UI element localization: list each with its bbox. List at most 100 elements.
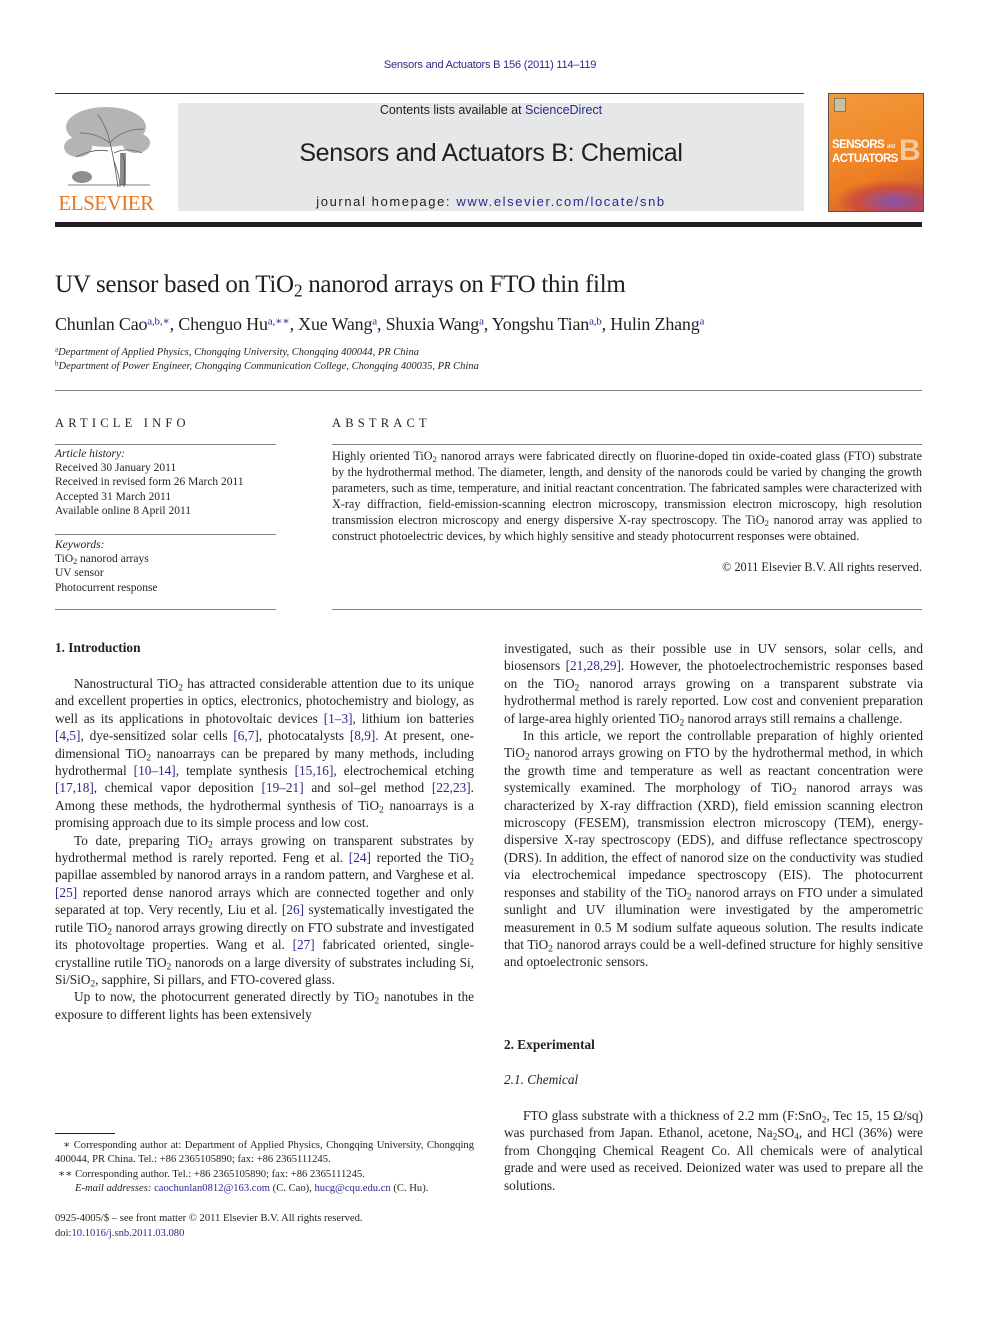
- text-run: To date, preparing TiO: [74, 832, 209, 848]
- author-separator: ,: [289, 314, 299, 334]
- keywords-label: Keywords:: [55, 539, 105, 551]
- affiliation-text: Department of Applied Physics, Chongqing…: [58, 347, 419, 358]
- elsevier-logo[interactable]: ELSEVIER: [54, 103, 158, 215]
- citation-link[interactable]: [26]: [282, 902, 304, 917]
- author-affiliation-marks[interactable]: a: [700, 316, 705, 328]
- history-received: Received 30 January 2011: [55, 462, 177, 475]
- paragraph: FTO glass substrate with a thickness of …: [504, 1107, 923, 1194]
- abstract-part: Highly oriented TiO: [332, 449, 433, 463]
- text-run: Nanostructural TiO: [74, 676, 179, 691]
- footnote-mark: ∗∗: [58, 1168, 73, 1180]
- running-header[interactable]: Sensors and Actuators B 156 (2011) 114–1…: [0, 59, 980, 71]
- front-matter-footer: 0925-4005/$ – see front matter © 2011 El…: [55, 1211, 363, 1241]
- divider: [55, 390, 922, 391]
- author: Xue Wanga,: [298, 314, 385, 334]
- affiliation-text: Department of Power Engineer, Chongqing …: [58, 361, 479, 372]
- text-run: , chemical vapor deposition: [93, 780, 262, 796]
- divider: [55, 444, 276, 445]
- author-name: Yongshu Tian: [491, 314, 590, 334]
- footnote: ∗ Corresponding author at: Department of…: [55, 1139, 474, 1168]
- text-run: , electrochemical etching: [333, 763, 474, 779]
- author-name: Hulin Zhang: [610, 314, 700, 334]
- citation-link[interactable]: [24]: [349, 850, 371, 865]
- keyword-part: TiO: [55, 553, 74, 566]
- text-run: and sol–gel method: [303, 780, 432, 796]
- footnote-mark: ∗: [63, 1140, 71, 1151]
- masthead-top-rule: [55, 93, 804, 94]
- email-owner: (C. Hu).: [390, 1183, 429, 1195]
- author-affiliation-marks[interactable]: a,∗∗: [268, 316, 290, 328]
- author-separator: ,: [169, 314, 179, 334]
- history-accepted: Accepted 31 March 2011: [55, 490, 172, 503]
- citation-link[interactable]: [25]: [55, 885, 77, 900]
- divider: [55, 609, 276, 610]
- doi-line: doi:10.1016/j.snb.2011.03.080: [55, 1226, 363, 1241]
- citation-link[interactable]: [15,16]: [295, 763, 334, 778]
- email-link[interactable]: caochunlan0812@163.com: [154, 1183, 270, 1194]
- affiliation: aDepartment of Applied Physics, Chongqin…: [55, 346, 479, 360]
- paragraph: Up to now, the photocurrent generated di…: [55, 988, 474, 1023]
- sciencedirect-link[interactable]: ScienceDirect: [525, 103, 602, 117]
- affiliations: aDepartment of Applied Physics, Chongqin…: [55, 346, 479, 374]
- email-label: E-mail addresses:: [75, 1183, 152, 1195]
- masthead-bottom-rule: [55, 222, 922, 227]
- chemical-subheading: 2.1. Chemical: [504, 1072, 579, 1087]
- elsevier-tree-icon: [64, 107, 150, 188]
- citation-link[interactable]: [17,18]: [55, 780, 94, 795]
- text-run: , dye-sensitized solar cells: [80, 728, 234, 744]
- cover-publisher-icon: [834, 98, 846, 112]
- citation-link[interactable]: [10–14]: [134, 763, 176, 778]
- author: Shuxia Wanga,: [386, 314, 492, 334]
- author-affiliation-marks[interactable]: a,b: [589, 316, 602, 328]
- author: Hulin Zhanga: [610, 314, 704, 334]
- homepage-prefix: journal homepage:: [316, 194, 457, 209]
- masthead-box: Contents lists available at ScienceDirec…: [178, 103, 804, 211]
- text-run: nanorod arrays could be a well-defined s…: [504, 936, 923, 970]
- author-list: Chunlan Caoa,b,∗, Chenguo Hua,∗∗, Xue Wa…: [55, 314, 704, 335]
- introduction-heading: 1. Introduction: [55, 640, 141, 655]
- citation-link[interactable]: [4,5]: [55, 728, 80, 743]
- paragraph: To date, preparing TiO2 arrays growing o…: [55, 832, 474, 989]
- experimental-heading: 2. Experimental: [504, 1037, 595, 1052]
- publisher-wordmark: ELSEVIER: [58, 191, 154, 215]
- footnote-divider: [55, 1133, 115, 1134]
- citation-link[interactable]: [8,9]: [350, 728, 375, 743]
- cover-title-line2: ACTUATORS: [832, 153, 898, 165]
- email-addresses: E-mail addresses: caochunlan0812@163.com…: [55, 1182, 474, 1196]
- abstract-heading: ABSTRACT: [332, 416, 431, 430]
- doi-link[interactable]: 10.1016/j.snb.2011.03.080: [71, 1228, 184, 1239]
- author-affiliation-marks[interactable]: a,b,∗: [147, 316, 170, 328]
- keyword: TiO2 nanorod arrays: [55, 552, 285, 566]
- title-part: nanorod arrays on FTO thin film: [302, 271, 626, 298]
- article-history-label: Article history:: [55, 448, 125, 460]
- citation-link[interactable]: [19–21]: [262, 780, 304, 795]
- article-history: Article history: Received 30 January 201…: [55, 447, 285, 518]
- citation-link[interactable]: [22,23]: [432, 780, 471, 795]
- author-name: Chenguo Hu: [178, 314, 268, 334]
- cover-title: SENSORS and ACTUATORS: [832, 139, 898, 165]
- citation-link[interactable]: [1–3]: [324, 711, 353, 726]
- email-link[interactable]: hucg@cqu.edu.cn: [314, 1183, 390, 1194]
- cover-letter: B: [899, 134, 921, 167]
- homepage-line: journal homepage: www.elsevier.com/locat…: [178, 194, 804, 209]
- history-online: Available online 8 April 2011: [55, 504, 192, 517]
- introduction-left-column: Nanostructural TiO2 has attracted consid…: [55, 675, 474, 1023]
- journal-cover-image[interactable]: B SENSORS and ACTUATORS: [828, 93, 924, 212]
- introduction-right-column: investigated, such as their possible use…: [504, 640, 923, 971]
- article-title: UV sensor based on TiO2 nanorod arrays o…: [55, 271, 626, 299]
- keyword: Photocurrent response: [55, 581, 158, 594]
- author: Yongshu Tiana,b,: [492, 314, 611, 334]
- citation-link[interactable]: [27]: [293, 937, 315, 952]
- journal-title: Sensors and Actuators B: Chemical: [299, 139, 683, 167]
- text-run: papillae assembled by nanorod arrays in …: [55, 867, 474, 883]
- text-run: , template synthesis: [175, 763, 295, 779]
- title-subscript: 2: [293, 280, 303, 301]
- text-run: nanorod arrays was characterized by X-ra…: [504, 780, 923, 900]
- divider: [332, 444, 922, 445]
- citation-link[interactable]: [21,28,29]: [566, 658, 621, 673]
- email-owner: (C. Cao),: [270, 1183, 315, 1195]
- journal-homepage-link[interactable]: www.elsevier.com/locate/snb: [456, 194, 665, 209]
- citation-link[interactable]: [6,7]: [233, 728, 258, 743]
- author-name: Chunlan Cao: [55, 314, 148, 334]
- keyword: UV sensor: [55, 567, 104, 580]
